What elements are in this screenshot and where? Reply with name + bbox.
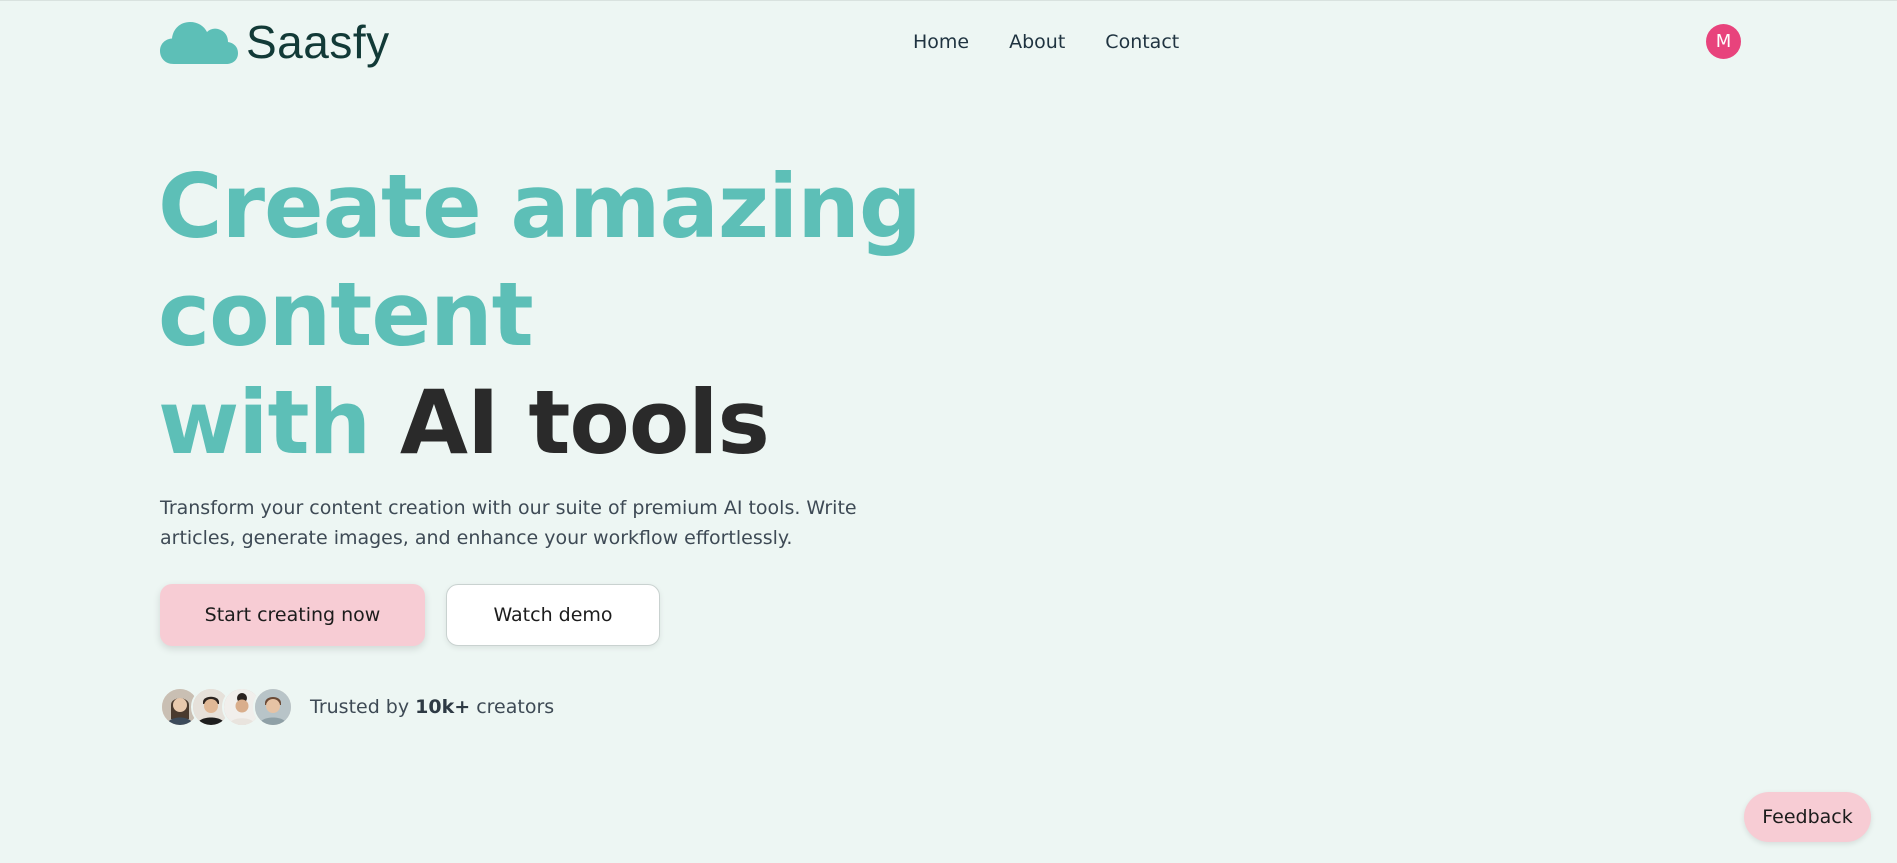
hero-title-line-1: Create amazing — [158, 155, 922, 258]
trusted-text: Trusted by 10k+ creators — [310, 696, 554, 718]
hero-title: Create amazing content with AI tools — [158, 153, 922, 477]
brand-name: Saasfy — [246, 16, 390, 68]
hero-title-accent-word: with — [158, 371, 371, 474]
creator-avatars — [160, 687, 293, 727]
nav-link-about[interactable]: About — [1009, 28, 1065, 56]
feedback-button[interactable]: Feedback — [1744, 792, 1871, 842]
creator-avatar — [253, 687, 293, 727]
nav-link-home[interactable]: Home — [913, 28, 969, 56]
watch-demo-button[interactable]: Watch demo — [446, 584, 660, 646]
logo-link[interactable]: Saasfy — [160, 15, 390, 69]
trusted-suffix: creators — [476, 696, 555, 718]
start-creating-button[interactable]: Start creating now — [160, 584, 425, 646]
hero-title-line-2: content — [158, 263, 534, 366]
cloud-icon — [160, 20, 238, 64]
hero-subtitle: Transform your content creation with our… — [160, 497, 857, 549]
site-header: Saasfy Home About Contact M — [0, 1, 1897, 83]
nav-link-contact[interactable]: Contact — [1105, 28, 1179, 56]
main-nav: Home About Contact — [913, 28, 1219, 56]
trusted-count: 10k+ — [415, 696, 471, 718]
user-avatar[interactable]: M — [1706, 24, 1741, 59]
social-proof: Trusted by 10k+ creators — [160, 687, 554, 727]
hero-title-dark-words: AI tools — [399, 371, 770, 474]
trusted-prefix: Trusted by — [310, 696, 410, 718]
